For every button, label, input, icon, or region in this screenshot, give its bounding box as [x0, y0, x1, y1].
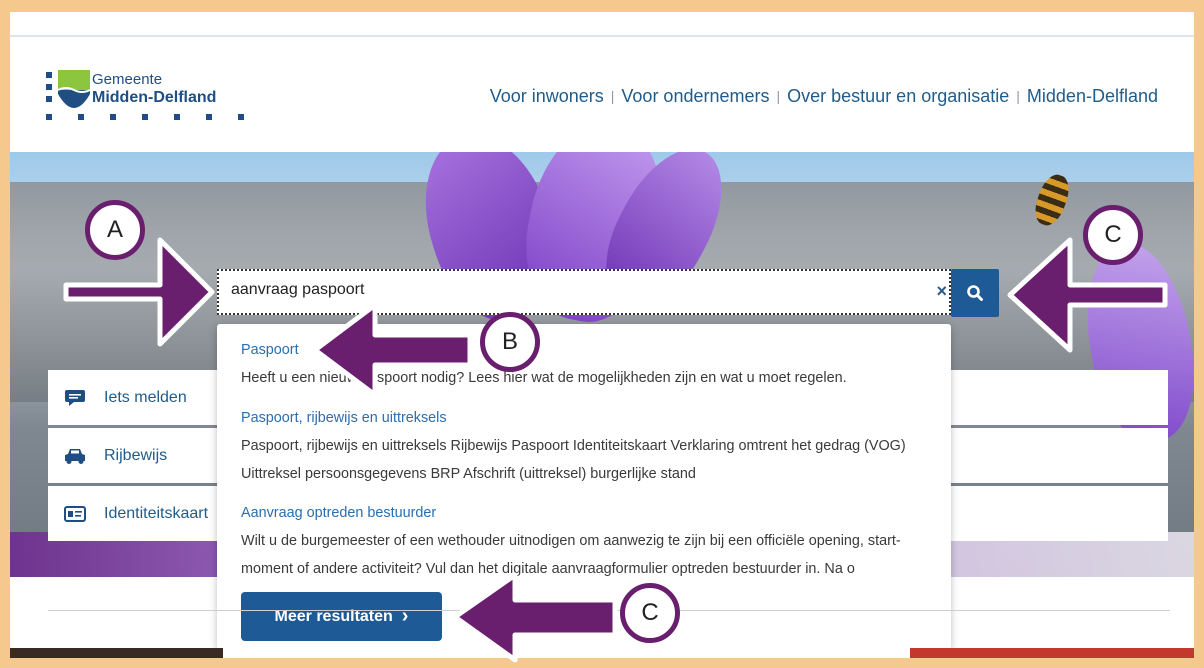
annotation-circle-a: A: [85, 200, 145, 260]
quick-link-label: Iets melden: [104, 388, 187, 406]
suggestion-title[interactable]: Paspoort, rijbewijs en uittreksels: [241, 404, 931, 432]
top-divider: [10, 35, 1194, 37]
annotation-circle-c: C: [1083, 205, 1143, 265]
annotation-circle-c: C: [620, 583, 680, 643]
municipality-logo[interactable]: Gemeente Midden-Delfland: [46, 68, 246, 124]
logo-emblem-icon: [46, 70, 91, 108]
suggestion-item[interactable]: Paspoort, rijbewijs en uittreksels Paspo…: [241, 404, 931, 488]
nav-link-voor-ondernemers[interactable]: Voor ondernemers: [621, 86, 769, 106]
nav-separator: |: [1016, 88, 1020, 104]
section-divider: [48, 610, 1170, 611]
logo-dots-decoration: [46, 114, 244, 120]
nav-link-voor-inwoners[interactable]: Voor inwoners: [490, 86, 604, 106]
quick-link-label: Identiteitskaart: [104, 504, 209, 522]
clear-search-icon[interactable]: ×: [936, 281, 947, 302]
search-icon: [967, 285, 983, 301]
search-input[interactable]: [231, 281, 911, 299]
suggestion-title[interactable]: Aanvraag optreden bestuurder: [241, 499, 931, 527]
car-icon: [64, 447, 86, 465]
nav-separator: |: [776, 88, 781, 104]
suggestion-item[interactable]: Paspoort Heeft u een nieuw paspoort nodi…: [241, 336, 931, 392]
quick-link-label: Rijbewijs: [104, 446, 168, 464]
suggestion-text: Paspoort, rijbewijs en uittreksels Rijbe…: [241, 438, 906, 482]
logo-text: Gemeente Midden-Delfland: [92, 71, 216, 107]
nav-link-midden-delfland[interactable]: Midden-Delfland: [1027, 86, 1158, 106]
suggestion-text: Heeft u een nieuw paspoort nodig? Lees h…: [241, 370, 847, 386]
logo-line-2: Midden-Delfland: [92, 89, 217, 106]
suggestion-item[interactable]: Aanvraag optreden bestuurder Wilt u de b…: [241, 499, 931, 583]
annotation-circle-b: B: [480, 312, 540, 372]
logo-line-1: Gemeente: [92, 71, 163, 88]
more-results-button[interactable]: Meer resultaten ›: [241, 592, 442, 641]
main-navigation: Voor inwoners | Voor ondernemers | Over best…: [490, 86, 1158, 107]
message-icon: [64, 389, 86, 407]
bottom-image-strip: [10, 648, 1194, 658]
chevron-right-icon: ›: [401, 605, 409, 627]
id-card-icon: [64, 505, 86, 523]
search-box: ×: [217, 269, 951, 315]
browser-frame: Gemeente Midden-Delfland Voor inwoners | V…: [10, 12, 1194, 658]
nav-separator: |: [610, 88, 615, 104]
nav-link-over-bestuur[interactable]: Over bestuur en organisatie: [787, 86, 1009, 106]
search-button[interactable]: [951, 269, 999, 317]
suggestion-text: Wilt u de burgemeester of een wethouder …: [241, 533, 901, 577]
suggestion-title[interactable]: Paspoort: [241, 336, 931, 364]
search-suggestions: Paspoort Heeft u een nieuw paspoort nodi…: [217, 324, 951, 650]
